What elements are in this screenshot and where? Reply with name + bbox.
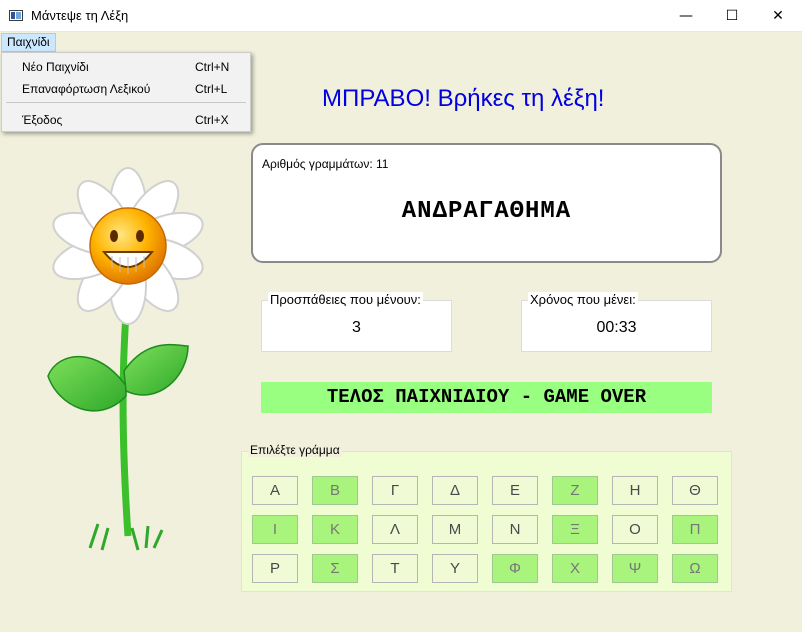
- menu-item-label: Έξοδος: [22, 113, 63, 127]
- letter-key[interactable]: Π: [672, 515, 718, 544]
- window-title: Μάντεψε τη Λέξη: [31, 8, 129, 23]
- game-over-banner: ΤΕΛΟΣ ΠΑΙΧΝΙΔΙΟΥ - GAME OVER: [261, 382, 712, 413]
- letter-key[interactable]: Ξ: [552, 515, 598, 544]
- menu-item-label: Επαναφόρτωση Λεξικού: [22, 82, 151, 96]
- letter-key[interactable]: Ζ: [552, 476, 598, 505]
- title-bar: Μάντεψε τη Λέξη — ☐ ✕: [0, 0, 802, 32]
- revealed-word: ΑΝΔΡΑΓΑΘΗΜΑ: [401, 198, 572, 225]
- menu-item-exit[interactable]: Έξοδος Ctrl+X: [2, 110, 250, 130]
- letter-key[interactable]: Μ: [432, 515, 478, 544]
- success-message: ΜΠΡΑΒΟ! Βρήκες τη λέξη!: [322, 85, 605, 112]
- letter-key[interactable]: Ο: [612, 515, 658, 544]
- letter-key[interactable]: Α: [252, 476, 298, 505]
- letter-key[interactable]: Θ: [672, 476, 718, 505]
- letter-key[interactable]: Β: [312, 476, 358, 505]
- word-panel: Αριθμός γραμμάτων: 11 ΑΝΔΡΑΓΑΘΗΜΑ: [251, 143, 722, 263]
- letter-key[interactable]: Φ: [492, 554, 538, 583]
- letter-key[interactable]: Υ: [432, 554, 478, 583]
- letter-key[interactable]: Δ: [432, 476, 478, 505]
- letter-key[interactable]: Γ: [372, 476, 418, 505]
- keyboard-legend: Επιλέξτε γράμμα: [248, 443, 342, 457]
- minimize-button[interactable]: —: [663, 0, 709, 32]
- letter-key[interactable]: Λ: [372, 515, 418, 544]
- menu-item-shortcut: Ctrl+L: [195, 82, 228, 96]
- timer-group: Χρόνος που μένει: 00:33: [521, 292, 712, 352]
- attempts-legend: Προσπάθειες που μένουν:: [268, 292, 423, 307]
- menu-item-label: Νέο Παιχνίδι: [22, 60, 89, 74]
- letter-key[interactable]: Ι: [252, 515, 298, 544]
- letter-key[interactable]: Ρ: [252, 554, 298, 583]
- smiling-daisy-flower-icon: [47, 167, 204, 551]
- letter-key[interactable]: Τ: [372, 554, 418, 583]
- letter-key[interactable]: Ε: [492, 476, 538, 505]
- app-window-icon: [9, 10, 23, 21]
- game-menu-dropdown: Νέο Παιχνίδι Ctrl+N Επαναφόρτωση Λεξικού…: [1, 52, 251, 132]
- letter-key[interactable]: Ψ: [612, 554, 658, 583]
- letters-count-label: Αριθμός γραμμάτων: 11: [262, 157, 389, 171]
- letter-key[interactable]: Σ: [312, 554, 358, 583]
- letter-key[interactable]: Ν: [492, 515, 538, 544]
- close-button[interactable]: ✕: [755, 0, 801, 32]
- maximize-button[interactable]: ☐: [709, 0, 755, 32]
- menu-game[interactable]: Παιχνίδι: [1, 33, 56, 52]
- menu-item-shortcut: Ctrl+N: [195, 60, 230, 74]
- menu-separator: [6, 102, 246, 103]
- letter-keyboard: Επιλέξτε γράμμα ΑΒΓΔΕΖΗΘ ΙΚΛΜΝΞΟΠ ΡΣΤΥΦΧΨΩ: [241, 443, 732, 592]
- timer-legend: Χρόνος που μένει:: [528, 292, 638, 307]
- letter-key[interactable]: Κ: [312, 515, 358, 544]
- timer-value: 00:33: [596, 319, 637, 336]
- attempts-group: Προσπάθειες που μένουν: 3: [261, 292, 452, 352]
- menu-bar: Παιχνίδι: [0, 32, 802, 52]
- attempts-value: 3: [352, 319, 361, 336]
- menu-item-new-game[interactable]: Νέο Παιχνίδι Ctrl+N: [2, 57, 250, 77]
- letter-key[interactable]: Η: [612, 476, 658, 505]
- menu-item-reload-dictionary[interactable]: Επαναφόρτωση Λεξικού Ctrl+L: [2, 79, 250, 99]
- menu-item-shortcut: Ctrl+X: [195, 113, 229, 127]
- letter-key[interactable]: Χ: [552, 554, 598, 583]
- letter-key[interactable]: Ω: [672, 554, 718, 583]
